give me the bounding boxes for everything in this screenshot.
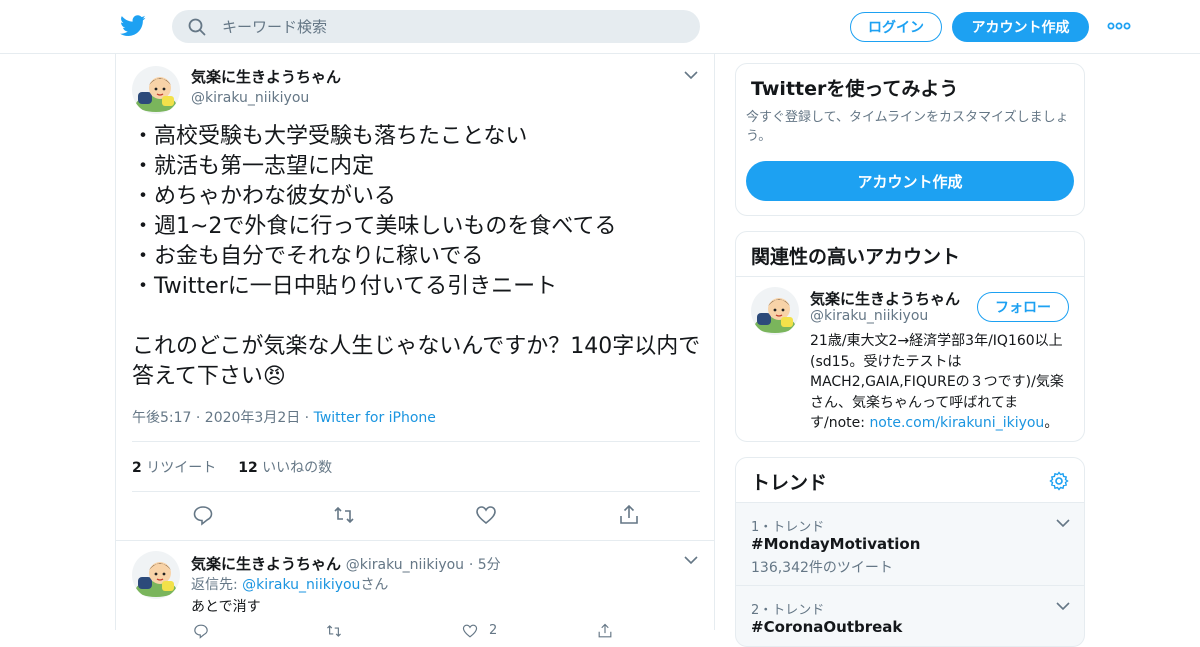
top-bar: ログイン アカウント作成 bbox=[0, 0, 1200, 54]
author-handle[interactable]: @kiraku_niikiyou bbox=[191, 90, 341, 106]
reply-header: 気楽に生きようちゃん @kiraku_niikiyou · 5分 bbox=[191, 553, 501, 574]
avatar[interactable] bbox=[751, 287, 799, 335]
tweet-line: ・めちゃかわな彼女がいる bbox=[132, 184, 397, 209]
bio-link[interactable]: note.com/kirakuni_ikiyou bbox=[869, 415, 1044, 431]
reply-like-count: 2 bbox=[489, 623, 498, 638]
retweet-icon[interactable] bbox=[333, 504, 355, 526]
trend-count: 136,342件のツイート bbox=[751, 560, 893, 576]
trend-item[interactable]: 2・トレンド #CoronaOutbreak bbox=[736, 586, 1084, 646]
avatar[interactable] bbox=[132, 66, 180, 114]
chevron-down-icon[interactable] bbox=[1056, 601, 1070, 611]
search-icon bbox=[188, 18, 206, 36]
trends-title: トレンド bbox=[751, 472, 828, 494]
search-input[interactable] bbox=[222, 10, 682, 43]
like-count: 12 bbox=[238, 460, 258, 476]
reply-text: あとで消す bbox=[191, 599, 261, 615]
retweet-icon[interactable] bbox=[325, 623, 343, 639]
trends-card: トレンド 1・トレンド #MondayMotivation 136,342件のツ… bbox=[735, 457, 1085, 647]
bio-end: 。 bbox=[1044, 415, 1059, 431]
related-accounts-title: 関連性の高いアカウント bbox=[751, 246, 961, 268]
signup-button[interactable]: アカウント作成 bbox=[952, 12, 1089, 42]
divider bbox=[736, 276, 1084, 277]
trend-rank: 1・トレンド bbox=[751, 520, 825, 535]
tweet-stats: 2 リツイート 12 いいねの数 bbox=[132, 457, 332, 477]
related-account-handle[interactable]: @kiraku_niikiyou bbox=[810, 308, 928, 324]
avatar[interactable] bbox=[132, 551, 180, 599]
author-name[interactable]: 気楽に生きようちゃん bbox=[191, 66, 341, 87]
signup-card-subtitle: 今すぐ登録して、タイムラインをカスタマイズしましょう。 bbox=[746, 110, 1069, 144]
reply-to: 返信先: @kiraku_niikiyouさん bbox=[191, 574, 388, 594]
divider bbox=[132, 441, 700, 442]
retweet-label: リツイート bbox=[146, 460, 217, 476]
divider bbox=[132, 491, 700, 492]
reply-icon[interactable] bbox=[192, 504, 214, 526]
share-icon[interactable] bbox=[596, 623, 614, 639]
search-box[interactable] bbox=[172, 10, 700, 43]
reply-time[interactable]: · 5分 bbox=[469, 557, 501, 573]
tweet-column: 気楽に生きようちゃん @kiraku_niikiyou ・高校受験も大学受験も落… bbox=[115, 54, 716, 639]
tweet-closing: これのどこが気楽な人生じゃないんですか？140字以内で答えて下さい😠 bbox=[132, 334, 701, 389]
reply-to-link[interactable]: @kiraku_niikiyou bbox=[242, 577, 360, 593]
avatar-illustration-icon bbox=[136, 77, 176, 112]
signup-card-title: Twitterを使ってみよう bbox=[751, 78, 959, 100]
tweet-line: ・週1~2で外食に行って美味しいものを食べてる bbox=[132, 214, 617, 239]
trend-rank: 2・トレンド bbox=[751, 603, 825, 618]
follow-button[interactable]: フォロー bbox=[977, 292, 1069, 322]
tweet-author: 気楽に生きようちゃん @kiraku_niikiyou bbox=[191, 66, 341, 106]
related-account-name[interactable]: 気楽に生きようちゃん bbox=[810, 288, 960, 309]
gear-icon[interactable] bbox=[1049, 471, 1069, 491]
trends-header: トレンド bbox=[736, 458, 1084, 503]
avatar-illustration-icon bbox=[755, 298, 795, 333]
retweet-count: 2 bbox=[132, 460, 142, 476]
tweet-line: ・Twitterに一日中貼り付いてる引きニート bbox=[132, 274, 558, 299]
tweet-line: ・お金も自分でそれなりに稼いでる bbox=[132, 244, 484, 269]
related-accounts-card: 関連性の高いアカウント 気楽に生きようちゃん @kiraku_niikiyou … bbox=[735, 231, 1085, 442]
trend-tag[interactable]: #MondayMotivation bbox=[751, 535, 920, 553]
trend-item[interactable]: 1・トレンド #MondayMotivation 136,342件のツイート bbox=[736, 503, 1084, 586]
reply-tweet[interactable]: 気楽に生きようちゃん @kiraku_niikiyou · 5分 返信先: @k… bbox=[116, 541, 714, 641]
share-icon[interactable] bbox=[618, 504, 640, 526]
related-account-bio: 21歳/東大文2→経済学部3年/IQ160以上(sd15。受けたテストはMACH… bbox=[810, 331, 1072, 434]
tweet-meta: 午後5:17 · 2020年3月2日 · Twitter for iPhone bbox=[132, 407, 436, 427]
chevron-down-icon[interactable] bbox=[684, 70, 698, 80]
tweet-line: ・就活も第一志望に内定 bbox=[132, 154, 375, 179]
trend-tag[interactable]: #CoronaOutbreak bbox=[751, 618, 902, 636]
tweet-actions bbox=[116, 504, 716, 530]
reply-to-prefix: 返信先: bbox=[191, 577, 243, 593]
more-options-icon[interactable] bbox=[1107, 20, 1131, 32]
chevron-down-icon[interactable] bbox=[684, 555, 698, 565]
signup-card: Twitterを使ってみよう 今すぐ登録して、タイムラインをカスタマイズしましょ… bbox=[735, 63, 1085, 216]
like-label: いいねの数 bbox=[262, 460, 333, 476]
like-icon[interactable] bbox=[461, 623, 479, 639]
like-icon[interactable] bbox=[475, 504, 497, 526]
tweet-text: ・高校受験も大学受験も落ちたことない ・就活も第一志望に内定 ・めちゃかわな彼女… bbox=[132, 122, 702, 392]
reply-to-suffix: さん bbox=[360, 577, 389, 593]
reply-author-handle[interactable]: @kiraku_niikiyou bbox=[346, 557, 464, 573]
like-stat[interactable]: 12 いいねの数 bbox=[238, 457, 332, 477]
login-button[interactable]: ログイン bbox=[850, 12, 942, 42]
signup-card-button[interactable]: アカウント作成 bbox=[746, 161, 1074, 201]
twitter-logo-icon[interactable] bbox=[120, 14, 146, 38]
reply-author-name[interactable]: 気楽に生きようちゃん bbox=[191, 555, 341, 573]
tweet-source-link[interactable]: Twitter for iPhone bbox=[314, 410, 436, 426]
reply-icon[interactable] bbox=[192, 623, 210, 639]
avatar-illustration-icon bbox=[136, 562, 176, 597]
chevron-down-icon[interactable] bbox=[1056, 518, 1070, 528]
tweet-timestamp[interactable]: 午後5:17 · 2020年3月2日 · bbox=[132, 410, 314, 426]
retweet-stat[interactable]: 2 リツイート bbox=[132, 457, 216, 477]
tweet-line: ・高校受験も大学受験も落ちたことない bbox=[132, 124, 528, 149]
